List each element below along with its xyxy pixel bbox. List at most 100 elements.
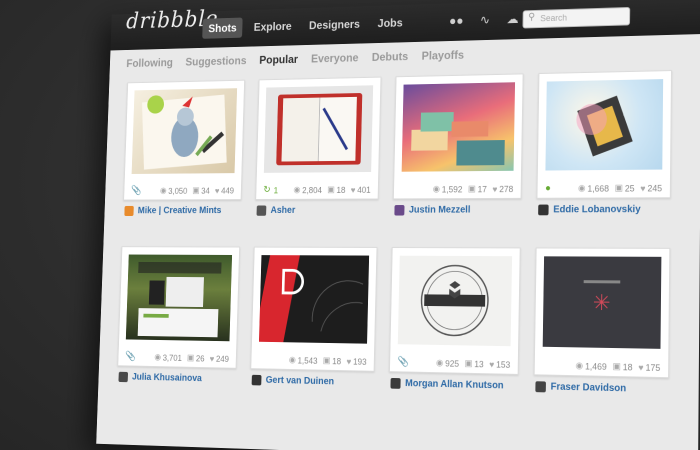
- shot-card[interactable]: ◉ 1,543 ▣ 18 ♥ 193: [250, 247, 377, 372]
- likes-icon: ♥: [346, 356, 351, 366]
- author-name[interactable]: Asher: [270, 205, 295, 215]
- shot-card[interactable]: 📎 ◉ 3,050 ▣ 34 ♥ 449: [123, 80, 245, 201]
- views-icon: ◉: [160, 186, 167, 196]
- author-link[interactable]: Mike | Creative Mints: [124, 206, 221, 216]
- shot-stats: ◉ 1,543 ▣ 18 ♥ 193: [251, 354, 366, 367]
- likes-count: 401: [357, 185, 371, 195]
- author-link[interactable]: Fraser Davidson: [535, 381, 626, 394]
- likes-count: 249: [216, 354, 229, 364]
- tab-playoffs[interactable]: Playoffs: [422, 48, 465, 62]
- comments-icon: ▣: [615, 183, 623, 194]
- views-count: 3,050: [168, 186, 187, 195]
- avatar[interactable]: [538, 205, 549, 216]
- avatar[interactable]: [124, 206, 133, 216]
- top-bar: dribbble Shots Explore Designers Jobs ●●…: [110, 0, 700, 50]
- views-icon: ◉: [578, 183, 586, 194]
- likes-count: 193: [353, 356, 367, 366]
- nav-designers[interactable]: Designers: [303, 14, 367, 36]
- shot-stats: ◉ 1,668 ▣ 25 ♥ 245: [538, 182, 663, 193]
- search-input[interactable]: ⚲ Search: [522, 7, 630, 29]
- cloud-upload-icon[interactable]: ☁: [506, 12, 518, 26]
- likes-icon: ♥: [640, 183, 645, 193]
- shot-stats: ◉ 1,469 ▣ 18 ♥ 175: [535, 359, 661, 373]
- author-name[interactable]: Justin Mezzell: [409, 205, 471, 216]
- shot-card[interactable]: ◉ 1,592 ▣ 17 ♥ 278: [393, 73, 524, 199]
- nav-explore[interactable]: Explore: [247, 16, 298, 38]
- avatar[interactable]: [257, 205, 267, 215]
- shot-thumbnail-knight[interactable]: [132, 88, 237, 174]
- author-link[interactable]: Eddie Lobanovskiy: [538, 204, 641, 215]
- comments-icon: ▣: [464, 358, 472, 369]
- author-link[interactable]: Asher: [257, 205, 296, 215]
- avatar[interactable]: [390, 378, 400, 389]
- tab-suggestions[interactable]: Suggestions: [185, 54, 246, 68]
- views-icon: ◉: [154, 352, 161, 362]
- activity-icon[interactable]: ∿: [480, 13, 490, 27]
- views-icon: ◉: [289, 355, 296, 366]
- comments-icon: ▣: [323, 355, 331, 366]
- author-link[interactable]: Morgan Allan Knutson: [390, 378, 503, 391]
- shot-thumbnail-poster[interactable]: [543, 256, 662, 349]
- tab-popular[interactable]: Popular: [259, 53, 298, 67]
- author-name[interactable]: Morgan Allan Knutson: [405, 378, 504, 391]
- tab-everyone[interactable]: Everyone: [311, 51, 359, 65]
- comments-count: 18: [623, 362, 633, 372]
- shot-thumbnail-badge[interactable]: [398, 256, 512, 347]
- shot-card[interactable]: 📎 ◉ 925 ▣ 13 ♥ 153: [389, 247, 521, 375]
- comments-count: 18: [336, 185, 345, 194]
- views-icon: ◉: [433, 184, 440, 195]
- comments-count: 25: [625, 183, 635, 193]
- sub-nav: Following Suggestions Popular Everyone D…: [126, 48, 464, 70]
- comments-icon: ▣: [327, 185, 335, 195]
- likes-count: 278: [499, 184, 513, 194]
- author-name[interactable]: Mike | Creative Mints: [138, 206, 222, 216]
- avatar[interactable]: [535, 381, 546, 392]
- likes-icon: ♥: [489, 359, 494, 369]
- author-name[interactable]: Gert van Duinen: [266, 375, 335, 387]
- shot-stats: ◉ 3,701 ▣ 26 ♥ 249: [118, 351, 229, 364]
- author-link[interactable]: Justin Mezzell: [394, 205, 470, 216]
- author-link[interactable]: Gert van Duinen: [252, 375, 335, 387]
- shot-stats: ◉ 1,592 ▣ 17 ♥ 278: [394, 183, 513, 194]
- shot-card[interactable]: ◉ 1,469 ▣ 18 ♥ 175: [534, 247, 671, 378]
- likes-icon: ♥: [210, 354, 215, 363]
- comments-icon: ▣: [468, 184, 476, 195]
- shot-thumbnail-notebook[interactable]: [264, 85, 373, 173]
- comments-count: 17: [478, 184, 487, 194]
- shot-thumbnail-website[interactable]: [126, 255, 232, 342]
- author-name[interactable]: Julia Khusainova: [132, 372, 202, 384]
- avatar[interactable]: [394, 205, 404, 216]
- views-count: 1,592: [442, 184, 463, 194]
- dribbble-page: dribbble Shots Explore Designers Jobs ●●…: [96, 0, 700, 450]
- shot-card[interactable]: ● ◉ 1,668 ▣ 25 ♥ 245: [537, 70, 672, 199]
- comments-count: 18: [332, 356, 341, 366]
- views-icon: ◉: [575, 360, 583, 371]
- likes-icon: ♥: [215, 186, 220, 195]
- views-count: 2,804: [302, 185, 322, 195]
- author-link[interactable]: Julia Khusainova: [118, 372, 202, 384]
- author-name[interactable]: Fraser Davidson: [551, 382, 627, 395]
- comments-icon: ▣: [187, 353, 195, 363]
- shot-card[interactable]: 📎 ◉ 3,701 ▣ 26 ♥ 249: [117, 246, 240, 369]
- tab-debuts[interactable]: Debuts: [372, 50, 409, 64]
- shot-card[interactable]: ↻ 1 ◉ 2,804 ▣ 18 ♥ 401: [255, 77, 381, 200]
- shot-thumbnail-logo[interactable]: [259, 255, 369, 344]
- likes-icon: ♥: [351, 185, 356, 194]
- views-count: 1,543: [297, 355, 317, 365]
- nav-shots[interactable]: Shots: [202, 18, 243, 39]
- views-count: 1,668: [587, 183, 609, 193]
- likes-count: 245: [647, 183, 662, 193]
- views-count: 925: [445, 358, 459, 368]
- search-icon: ⚲: [528, 12, 535, 23]
- comments-icon: ▣: [192, 185, 200, 195]
- binoculars-icon[interactable]: ●●: [449, 14, 464, 28]
- tab-following[interactable]: Following: [126, 56, 173, 70]
- author-name[interactable]: Eddie Lobanovskiy: [553, 204, 640, 215]
- shot-thumbnail-film[interactable]: [545, 79, 663, 170]
- main-nav: Shots Explore Designers Jobs: [202, 12, 409, 39]
- avatar[interactable]: [118, 372, 128, 382]
- avatar[interactable]: [252, 375, 262, 386]
- shot-thumbnail-landscape[interactable]: [402, 82, 515, 171]
- nav-jobs[interactable]: Jobs: [371, 12, 409, 34]
- search-placeholder: Search: [540, 13, 567, 23]
